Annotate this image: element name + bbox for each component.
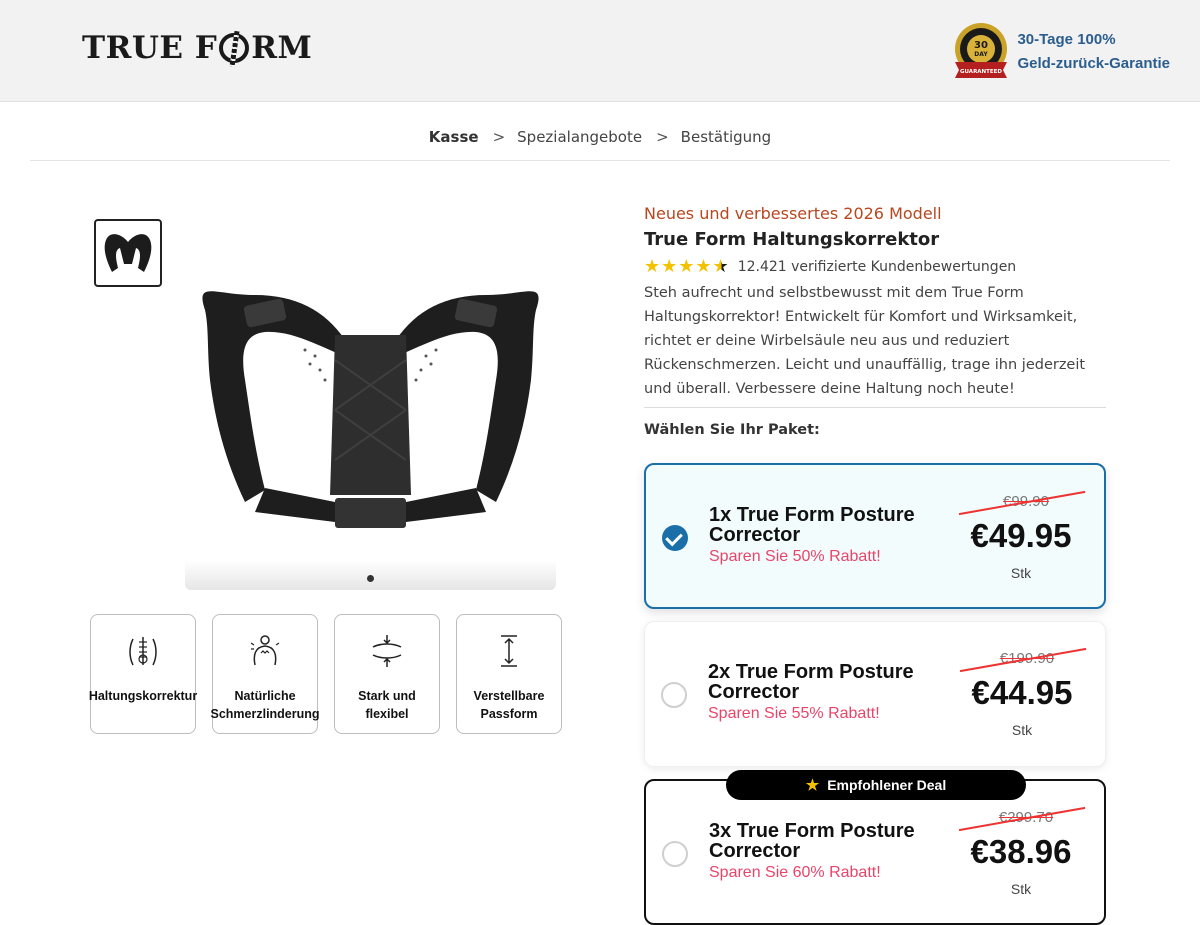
product-thumbnail[interactable]	[94, 219, 162, 287]
logo-text-right: RM	[251, 30, 313, 66]
star-icon: ★	[805, 777, 820, 794]
svg-text:30: 30	[974, 40, 988, 51]
package-unit: Stk	[1010, 565, 1032, 581]
guarantee-line-2: Geld-zurück-Garantie	[1017, 55, 1170, 72]
svg-text:GUARANTEED: GUARANTEED	[960, 69, 1002, 75]
product-info: Neues und verbessertes 2026 Modell True …	[644, 204, 1106, 438]
package-savings: Sparen Sie 60% Rabatt!	[709, 864, 881, 881]
package-radio-checked[interactable]	[662, 525, 688, 551]
feature-haltungskorrektur: Haltungskorrektur	[88, 614, 198, 734]
feature-label: Natürliche Schmerzlinderung	[210, 689, 320, 721]
package-price: €38.96	[970, 833, 1072, 870]
feature-list: Haltungskorrektur Natürliche Schmerzlind…	[88, 614, 562, 734]
package-option-3x[interactable]: ★ Empfohlener Deal 3x True Form Posture …	[644, 770, 1106, 925]
product-description: Steh aufrecht und selbstbewusst mit dem …	[644, 281, 1106, 408]
package-savings: Sparen Sie 55% Rabatt!	[708, 705, 880, 722]
spine-icon	[123, 631, 163, 671]
package-radio[interactable]	[662, 841, 688, 867]
money-back-seal-icon: 30 DAY GUARANTEED	[951, 22, 1011, 82]
carousel-dot[interactable]	[367, 575, 374, 582]
guarantee-line-1: 30-Tage 100%	[1017, 31, 1116, 48]
package-radio[interactable]	[661, 682, 687, 708]
breadcrumb-kasse[interactable]: Kasse	[425, 128, 483, 146]
flex-arrows-icon	[367, 631, 407, 671]
posture-corrector-thumb-icon	[104, 234, 152, 272]
feature-label: Verstellbare Passform	[473, 689, 545, 721]
package-heading: Wählen Sie Ihr Paket:	[644, 422, 820, 438]
feature-verstellbar: Verstellbare Passform	[456, 614, 562, 734]
recommended-label: Empfohlener Deal	[827, 777, 947, 793]
package-old-price: €299.70	[966, 809, 1086, 826]
guarantee-text: 30-Tage 100% Geld-zurück-Garantie	[1017, 28, 1170, 76]
package-option-1x[interactable]: 1x True Form Posture Corrector Sparen Si…	[644, 463, 1106, 609]
spine-o-icon	[219, 33, 250, 63]
breadcrumb-separator: >	[656, 128, 669, 146]
package-name: 1x True Form Posture Corrector	[709, 504, 915, 546]
package-old-price: €199.90	[967, 650, 1087, 667]
rating-stars-icon: ★★★★★	[644, 256, 730, 277]
feature-label: Stark und flexibel	[358, 689, 416, 721]
guarantee-badge: 30 DAY GUARANTEED 30-Tage 100% Geld-zurü…	[951, 22, 1170, 82]
product-title: True Form Haltungskorrektor	[644, 229, 940, 250]
true-form-logo[interactable]: TRUE F RM	[82, 30, 312, 66]
svg-text:DAY: DAY	[975, 51, 989, 58]
logo-text-left: TRUE F	[82, 30, 218, 66]
package-unit: Stk	[1011, 722, 1033, 738]
package-old-price: €99.90	[966, 493, 1086, 510]
package-unit: Stk	[1010, 881, 1032, 897]
product-kicker: Neues und verbessertes 2026 Modell	[644, 204, 942, 223]
package-option-2x[interactable]: 2x True Form Posture Corrector Sparen Si…	[644, 621, 1106, 767]
package-name: 2x True Form Posture Corrector	[708, 661, 914, 703]
package-savings: Sparen Sie 50% Rabatt!	[709, 548, 881, 565]
back-pain-icon	[245, 631, 285, 671]
breadcrumb-bestaetigung[interactable]: Bestätigung	[677, 128, 776, 146]
checkout-breadcrumb: Kasse > Spezialangebote > Bestätigung	[30, 128, 1170, 161]
site-header: TRUE F RM 30 DAY GUARANTEED 30-Tage 100%…	[0, 0, 1200, 102]
package-price: €44.95	[971, 674, 1073, 711]
product-main-image[interactable]	[185, 240, 556, 590]
vertical-arrow-icon	[489, 631, 529, 671]
rating-row: ★★★★★ 12.421 verifizierte Kundenbewertun…	[644, 256, 1106, 277]
posture-corrector-icon	[202, 291, 539, 528]
feature-stark-flexibel: Stark und flexibel	[334, 614, 440, 734]
feature-label: Haltungskorrektur	[88, 689, 198, 703]
package-price: €49.95	[970, 517, 1072, 554]
package-name: 3x True Form Posture Corrector	[709, 820, 915, 862]
review-count[interactable]: 12.421 verifizierte Kundenbewertungen	[738, 259, 1017, 275]
feature-schmerzlinderung: Natürliche Schmerzlinderung	[210, 614, 320, 734]
breadcrumb-separator: >	[492, 128, 506, 146]
recommended-badge: ★ Empfohlener Deal	[726, 770, 1026, 800]
breadcrumb-spezialangebote[interactable]: Spezialangebote	[513, 128, 646, 146]
